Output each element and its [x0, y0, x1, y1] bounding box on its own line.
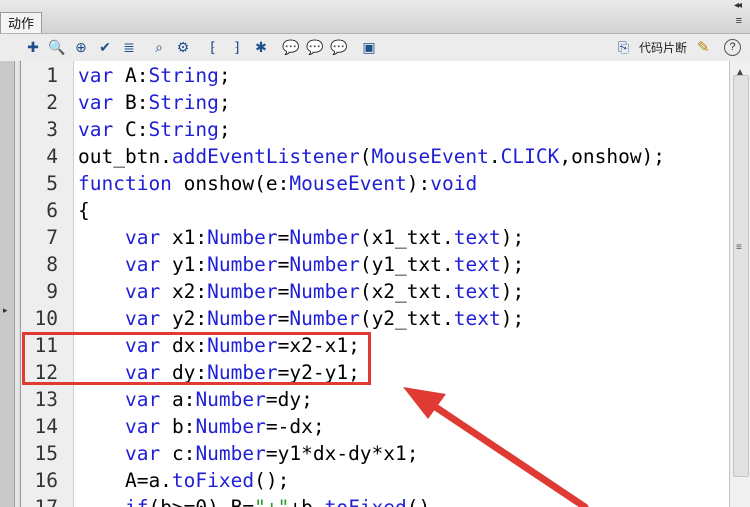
- find-icon[interactable]: 🔍: [48, 37, 66, 57]
- script-editor[interactable]: 1 var A:String; 2 var B:String; 3 var C:Strin…: [20, 61, 729, 507]
- check-syntax-icon[interactable]: ✔: [96, 37, 114, 57]
- code-line[interactable]: 2 var B:String;: [21, 89, 729, 116]
- script-navigator-collapsed[interactable]: ▸: [0, 61, 15, 507]
- debug-options-icon[interactable]: ⚙: [174, 37, 192, 57]
- line-number: 10: [34, 307, 58, 330]
- show-hide-toolbox-icon[interactable]: ▣: [360, 37, 378, 57]
- line-number: 16: [34, 469, 58, 492]
- line-number: 17: [21, 494, 58, 507]
- toolbar-button-group: ✚ 🔍 ⊕ ✔ ≣ ⌕ ⚙ ⁅ ⁆ ✱ 💬 💬 💬 ▣: [24, 37, 384, 57]
- insert-target-path-icon[interactable]: ⊕: [72, 37, 90, 57]
- line-number: 2: [46, 91, 58, 114]
- expand-navigator-icon[interactable]: ▸: [3, 305, 8, 316]
- line-number: 9: [46, 280, 58, 303]
- code-line[interactable]: 10 var y2:Number=Number(y2_txt.text);: [21, 305, 729, 332]
- code-line[interactable]: 4 out_btn.addEventListener(MouseEvent.CLI…: [21, 143, 729, 170]
- code-line[interactable]: 8 var y1:Number=Number(y1_txt.text);: [21, 251, 729, 278]
- line-number: 14: [34, 415, 58, 438]
- line-number: 8: [46, 253, 58, 276]
- code-line[interactable]: 5 function onshow(e:MouseEvent):void: [21, 170, 729, 197]
- show-code-hint-icon[interactable]: ⌕: [150, 37, 168, 57]
- line-number: 3: [46, 118, 58, 141]
- code-text[interactable]: var A:String;: [78, 62, 231, 89]
- code-line[interactable]: 17 if(b>=0) B="+"+b.toFixed(): [21, 494, 729, 507]
- actions-toolbar: ✚ 🔍 ⊕ ✔ ≣ ⌕ ⚙ ⁅ ⁆ ✱ 💬 💬 💬 ▣ ⎘ 代码片断 ✎ ?: [0, 33, 750, 62]
- panel-menu-icon[interactable]: ≡: [736, 15, 742, 27]
- code-text[interactable]: if(b>=0) B="+"+b.toFixed(): [78, 494, 430, 507]
- code-text[interactable]: var B:String;: [78, 89, 231, 116]
- code-line[interactable]: 7 var x1:Number=Number(x1_txt.text);: [21, 224, 729, 251]
- scrollbar-thumb[interactable]: [733, 75, 749, 477]
- apply-line-comment-icon[interactable]: 💬: [306, 37, 324, 57]
- code-text[interactable]: {: [78, 197, 90, 224]
- code-line[interactable]: 6{: [21, 197, 729, 224]
- line-number: 4: [46, 145, 58, 168]
- code-text[interactable]: A=a.toFixed();: [78, 467, 289, 494]
- highlight-box: [22, 332, 371, 385]
- line-number: 7: [46, 226, 58, 249]
- scroll-up-icon[interactable]: ▲: [735, 67, 745, 78]
- vertical-scrollbar[interactable]: ▲ ≡: [729, 61, 750, 507]
- code-line[interactable]: 13 var a:Number=dy;: [21, 386, 729, 413]
- scroll-grip-icon: ≡: [736, 242, 742, 253]
- apply-block-comment-icon[interactable]: 💬: [282, 37, 300, 57]
- line-number: 6: [46, 199, 58, 222]
- code-snippets-icon: ⎘: [618, 38, 630, 55]
- collapse-panel-icon[interactable]: ◂◂: [734, 0, 742, 11]
- add-script-item-icon[interactable]: ✚: [24, 37, 42, 57]
- collapse-selection-icon[interactable]: ⁆: [228, 37, 246, 57]
- code-text[interactable]: var c:Number=y1*dx-dy*x1;: [78, 440, 419, 467]
- panel-title-bar: 动作 ◂◂ ≡: [0, 0, 750, 34]
- code-line[interactable]: 9 var x2:Number=Number(x2_txt.text);: [21, 278, 729, 305]
- wand-icon[interactable]: ✎: [697, 38, 710, 56]
- code-line[interactable]: 1 var A:String;: [21, 62, 729, 89]
- line-number: 1: [46, 64, 58, 87]
- code-text[interactable]: var y1:Number=Number(y1_txt.text);: [78, 251, 524, 278]
- line-number: 13: [34, 388, 58, 411]
- code-text[interactable]: function onshow(e:MouseEvent):void: [78, 170, 477, 197]
- line-number: 5: [46, 172, 58, 195]
- navigator-divider: [15, 61, 19, 507]
- code-snippets-label: 代码片断: [639, 40, 688, 55]
- auto-format-icon[interactable]: ≣: [120, 37, 138, 57]
- collapse-between-braces-icon[interactable]: ⁅: [204, 37, 222, 57]
- expand-all-icon[interactable]: ✱: [252, 37, 270, 57]
- panel-tab-actions[interactable]: 动作: [0, 12, 43, 34]
- code-text[interactable]: var b:Number=-dx;: [78, 413, 325, 440]
- line-number: 15: [34, 442, 58, 465]
- code-text[interactable]: out_btn.addEventListener(MouseEvent.CLIC…: [78, 143, 665, 170]
- code-line[interactable]: 16 A=a.toFixed();: [21, 467, 729, 494]
- code-text[interactable]: var a:Number=dy;: [78, 386, 313, 413]
- code-line[interactable]: 15 var c:Number=y1*dx-dy*x1;: [21, 440, 729, 467]
- code-text[interactable]: var x1:Number=Number(x1_txt.text);: [78, 224, 524, 251]
- code-line[interactable]: 14 var b:Number=-dx;: [21, 413, 729, 440]
- code-line[interactable]: 3 var C:String;: [21, 116, 729, 143]
- help-icon[interactable]: ?: [724, 39, 741, 56]
- code-text[interactable]: var x2:Number=Number(x2_txt.text);: [78, 278, 524, 305]
- code-text[interactable]: var C:String;: [78, 116, 231, 143]
- code-snippets-button[interactable]: ⎘ 代码片断: [618, 37, 687, 57]
- remove-comment-icon[interactable]: 💬: [330, 37, 348, 57]
- code-text[interactable]: var y2:Number=Number(y2_txt.text);: [78, 305, 524, 332]
